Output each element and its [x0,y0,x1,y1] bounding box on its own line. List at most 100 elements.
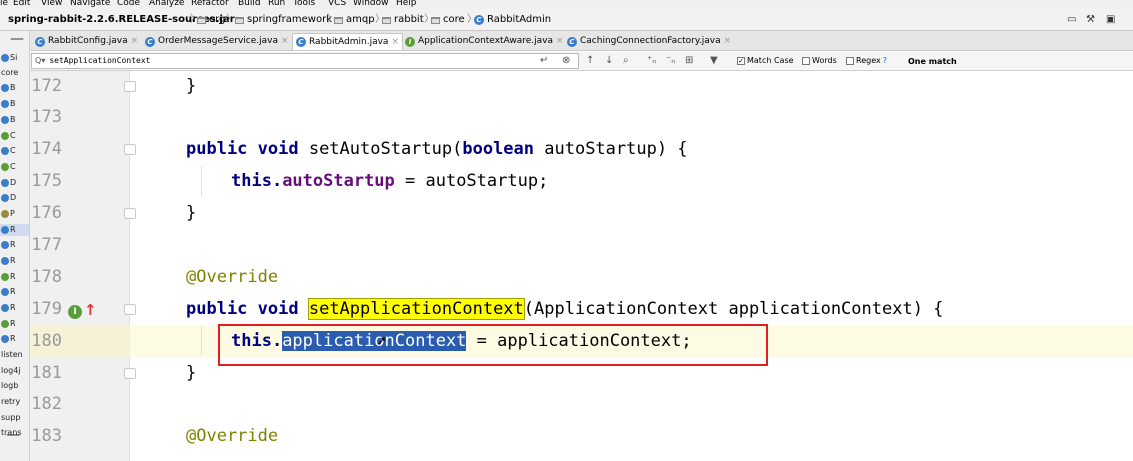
breadcrumb-org[interactable]: org [197,13,225,27]
menu-analyze[interactable]: Analyze [149,0,184,9]
code-editor[interactable]: 172 173 174 175 176 177 178 179 180 181 … [30,71,1133,461]
words-checkbox[interactable] [802,57,810,65]
fold-marker-icon[interactable] [124,81,136,92]
build-hammer-icon[interactable]: ⚒ [1086,12,1095,28]
fold-marker-icon[interactable] [124,304,136,315]
close-icon[interactable]: × [131,33,139,50]
implements-method-icon[interactable]: I [68,305,82,319]
tab-rabbitadmin[interactable]: C RabbitAdmin.java × [292,33,403,50]
layout-icon[interactable]: ▭ [1067,12,1076,28]
project-item[interactable]: R [1,302,16,313]
project-item-label: R [10,225,16,234]
close-icon[interactable]: × [556,33,564,50]
breadcrumb-springframework[interactable]: springframework [235,13,332,27]
match-case-option[interactable]: ✓ Match Case [737,54,794,68]
navigate-to-interface-arrow-icon[interactable]: ↑ [84,301,97,319]
menu-help[interactable]: Help [396,0,417,9]
project-item[interactable]: logb [1,380,18,391]
tab-ordermessageservice[interactable]: C OrderMessageService.java × [142,33,292,50]
project-item[interactable]: R [1,333,16,344]
menu-view[interactable]: View [41,0,62,9]
project-item[interactable]: B [1,114,16,125]
history-icon[interactable]: ↵ [540,54,548,68]
class-icon [1,319,9,328]
match-case-checkbox[interactable]: ✓ [737,57,745,65]
project-item[interactable]: Si [1,52,17,63]
run-config-icon[interactable]: ▣ [1106,12,1115,28]
project-item-label: R [10,303,16,312]
fold-marker-icon[interactable] [124,144,136,155]
breadcrumb-amqp[interactable]: amqp [334,13,375,27]
menu-build[interactable]: Build [238,0,261,9]
close-icon[interactable]: × [281,33,289,50]
project-item[interactable]: R [1,318,16,329]
project-item[interactable]: P [1,208,15,219]
tab-rabbitconfig[interactable]: C RabbitConfig.java × [32,33,141,50]
class-icon [1,334,9,343]
search-query-text: setApplicationContext [49,56,151,65]
menu-refactor[interactable]: Refactor [191,0,229,9]
project-item[interactable]: R [1,239,16,250]
project-item[interactable]: B [1,82,16,93]
close-icon[interactable]: × [391,34,399,51]
project-item[interactable]: C [1,130,16,141]
search-input[interactable]: Q▾ setApplicationContext [31,53,579,69]
project-item[interactable]: R [1,271,16,282]
breadcrumb-label: RabbitAdmin [487,14,552,25]
breadcrumb-core[interactable]: core [431,13,465,27]
menu-code[interactable]: Code [117,0,140,9]
folder-icon [197,16,206,24]
project-item-label: C [10,162,16,171]
project-item-label: P [10,209,15,218]
select-all-occurrences-icon[interactable]: ⊞ [685,54,693,68]
menu-window[interactable]: Window [353,0,389,9]
close-icon[interactable]: × [724,33,732,50]
mouse-cursor-icon: ➚ [376,334,387,349]
menu-navigate[interactable]: Navigate [70,0,110,9]
breadcrumb-rabbit[interactable]: rabbit [382,13,424,27]
menu-tools[interactable]: Tools [293,0,315,9]
project-item[interactable]: supp [1,412,20,423]
fold-marker-icon[interactable] [124,208,136,219]
tab-cachingconnectionfactory[interactable]: C CachingConnectionFactory.java × [564,33,734,50]
fold-marker-icon[interactable] [124,368,136,379]
next-match-icon[interactable]: ↓ [605,54,613,68]
project-item[interactable]: log4j [1,365,21,376]
project-item[interactable]: D [1,192,16,203]
project-item-label: R [10,319,16,328]
previous-match-icon[interactable]: ↑ [586,54,594,68]
project-item[interactable]: R [1,255,16,266]
words-option[interactable]: Words [802,54,837,68]
project-item[interactable]: R [1,286,16,297]
add-occurrence-icon[interactable]: ⁺ₙ [647,54,656,68]
project-item[interactable]: retry [1,396,20,407]
clear-search-icon[interactable]: ⊗ [562,54,570,68]
regex-checkbox[interactable] [846,57,854,65]
annotation: @Override [186,267,279,287]
remove-occurrence-icon[interactable]: ⁻ₙ [666,54,675,68]
project-item-selected[interactable]: R [1,224,16,235]
menu-file[interactable]: le [0,0,8,9]
menu-run[interactable]: Run [268,0,285,9]
project-item[interactable]: D [1,177,16,188]
code-line-174: public void setAutoStartup(boolean autoS… [186,134,688,165]
breadcrumb-current-class[interactable]: C RabbitAdmin [474,13,551,27]
regex-option[interactable]: Regex? [846,54,887,68]
tab-applicationcontextaware[interactable]: I ApplicationContextAware.java × [402,33,567,50]
project-item[interactable]: core [1,67,18,78]
project-item-label: R [10,256,16,265]
menu-vcs[interactable]: VCS [328,0,346,9]
code-text: setAutoStartup( [298,139,463,159]
regex-help-link[interactable]: ? [883,54,887,68]
collapse-icon[interactable]: — [10,31,24,47]
project-item[interactable]: listen [1,349,23,360]
breadcrumb-label: amqp [346,14,375,25]
find-all-icon[interactable]: ⌕ [623,54,629,68]
breadcrumb-label: rabbit [394,14,424,25]
project-item[interactable]: C [1,161,16,172]
project-item[interactable]: B [1,98,16,109]
menu-edit[interactable]: Edit [13,0,30,9]
filter-icon[interactable]: ▼ [710,54,718,68]
project-item[interactable]: C [1,145,16,156]
collapse-icon[interactable]: — [6,427,20,443]
